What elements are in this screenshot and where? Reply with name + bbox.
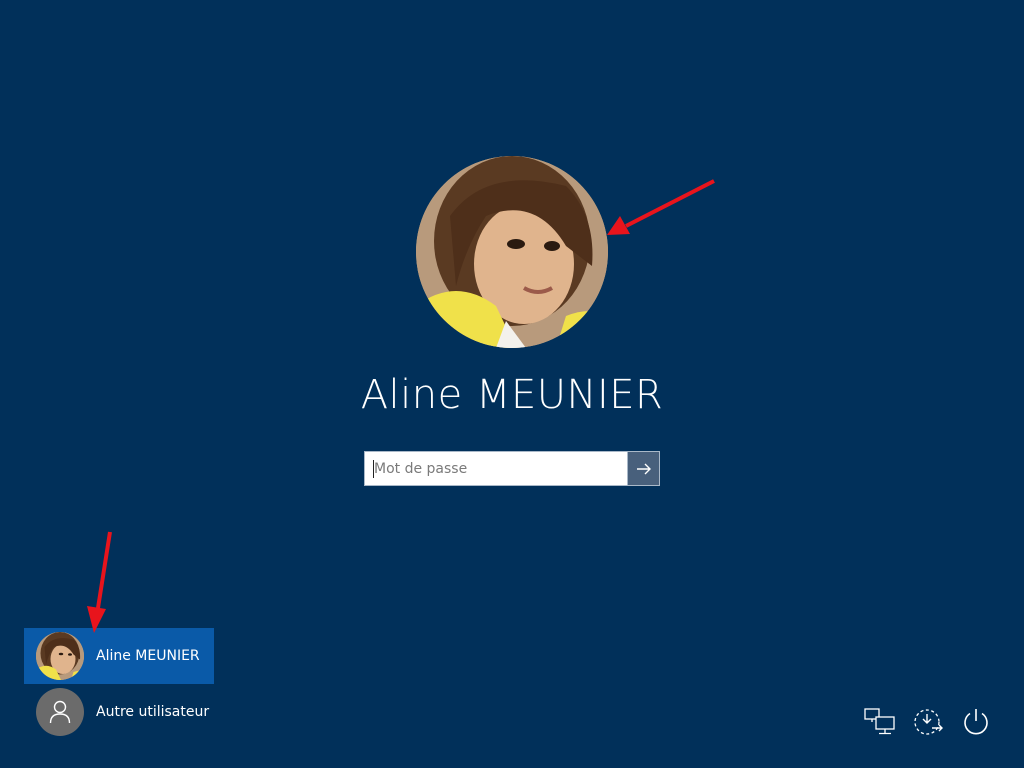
user-tile-aline-meunier[interactable]: Aline MEUNIER <box>24 628 214 684</box>
user-photo <box>416 156 608 348</box>
submit-button[interactable] <box>627 452 659 485</box>
user-photo-small <box>36 632 84 680</box>
ease-of-access-button[interactable] <box>910 704 946 740</box>
password-input[interactable] <box>365 452 627 485</box>
user-avatar-small <box>36 632 84 680</box>
user-avatar-large <box>416 156 608 348</box>
text-caret <box>373 460 374 478</box>
user-name-heading: Aline MEUNIER <box>360 372 664 418</box>
person-icon <box>49 700 71 724</box>
ease-of-access-icon <box>914 709 943 735</box>
lock-screen: Aline MEUNIER Aline MEUNIER Autre utilis… <box>0 0 1024 768</box>
annotation-arrow-avatar <box>607 179 715 235</box>
annotation-arrow-user-tile <box>87 531 112 633</box>
power-icon <box>964 709 988 735</box>
user-tile-label: Autre utilisateur <box>96 704 210 720</box>
password-box <box>364 451 660 486</box>
network-button[interactable] <box>862 704 898 740</box>
user-tile-other-user[interactable]: Autre utilisateur <box>24 684 214 740</box>
power-button[interactable] <box>958 704 994 740</box>
generic-user-avatar <box>36 688 84 736</box>
network-icon <box>864 708 895 735</box>
arrow-right-icon <box>636 463 651 474</box>
user-tile-label: Aline MEUNIER <box>96 648 200 664</box>
